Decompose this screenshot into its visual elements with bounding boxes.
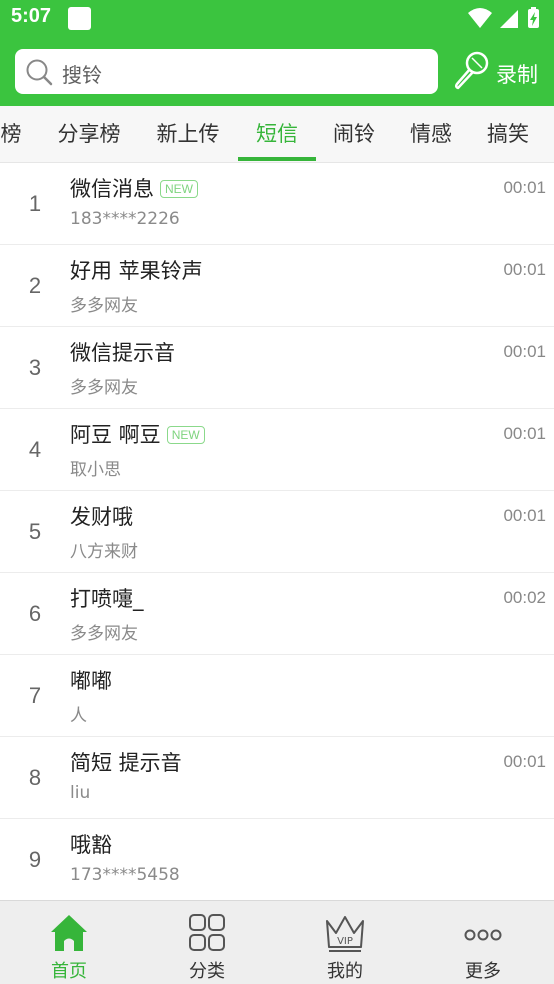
- tab-alarm[interactable]: 闹铃: [320, 106, 388, 162]
- list-item[interactable]: 3 微信提示音 多多网友 00:01: [0, 327, 554, 409]
- item-title: 阿豆 啊豆: [70, 423, 161, 447]
- tab-emotion[interactable]: 情感: [398, 106, 464, 162]
- search-icon: [26, 59, 53, 86]
- item-duration: 00:01: [503, 752, 546, 771]
- bottom-nav: 首页 分类 VIP 我的 更多: [0, 900, 554, 984]
- item-duration: 00:01: [503, 424, 546, 443]
- search-input[interactable]: 搜铃: [15, 49, 438, 94]
- list-item[interactable]: 1 微信消息 NEW 183****2226 00:01: [0, 163, 554, 245]
- item-title: 哦豁: [70, 833, 112, 857]
- item-duration: 00:01: [503, 506, 546, 525]
- microphone-icon: [454, 51, 489, 90]
- item-author: 183****2226: [70, 209, 180, 229]
- header: 搜铃 录制: [0, 36, 554, 106]
- nav-mine[interactable]: VIP 我的: [276, 901, 414, 984]
- item-title: 微信消息: [70, 177, 154, 201]
- item-index: 2: [28, 273, 42, 298]
- item-title: 简短 提示音: [70, 751, 182, 775]
- item-duration: 00:01: [503, 260, 546, 279]
- item-duration: 00:02: [503, 588, 546, 607]
- nav-more[interactable]: 更多: [414, 901, 552, 984]
- vip-crown-icon: VIP: [326, 916, 364, 952]
- item-title: 好用 苹果铃声: [70, 259, 203, 283]
- list-item[interactable]: 6 打喷嚏_ 多多网友 00:02: [0, 573, 554, 655]
- tab-funny[interactable]: 搞笑: [476, 106, 540, 162]
- item-author: 多多网友: [70, 624, 138, 644]
- tab-new-upload[interactable]: 新上传: [149, 106, 227, 162]
- wifi-icon: [468, 8, 492, 28]
- new-badge: NEW: [160, 180, 198, 198]
- nav-mine-label: 我的: [327, 961, 363, 982]
- item-index: 3: [28, 355, 42, 380]
- category-tabs: 榜 分享榜 新上传 短信 闹铃 情感 搞笑: [0, 106, 554, 163]
- item-title-wrap: 阿豆 啊豆 NEW: [70, 419, 205, 449]
- item-author: 多多网友: [70, 296, 138, 316]
- new-badge: NEW: [166, 426, 205, 444]
- ringtone-list: 1 微信消息 NEW 183****2226 00:01 2 好用 苹果铃声 多多…: [0, 163, 554, 901]
- active-tab-indicator: [238, 157, 316, 161]
- home-icon: [51, 915, 87, 951]
- nav-category[interactable]: 分类: [138, 901, 276, 984]
- nav-home-label: 首页: [51, 961, 87, 982]
- item-index: 8: [28, 765, 42, 790]
- item-duration: 00:01: [503, 342, 546, 361]
- tab-share-rank[interactable]: 分享榜: [50, 106, 128, 162]
- item-title-wrap: 微信消息 NEW: [70, 173, 198, 203]
- notification-icon: [68, 7, 91, 30]
- battery-icon: [528, 7, 539, 28]
- list-item[interactable]: 5 发财哦 八方来财 00:01: [0, 491, 554, 573]
- nav-home[interactable]: 首页: [0, 901, 138, 984]
- item-index: 9: [28, 847, 42, 872]
- list-item[interactable]: 8 简短 提示音 liu 00:01: [0, 737, 554, 819]
- item-title: 发财哦: [70, 505, 133, 529]
- status-bar: 5:07: [0, 0, 554, 36]
- item-author: 八方来财: [70, 542, 138, 562]
- item-index: 1: [28, 191, 42, 216]
- search-placeholder: 搜铃: [62, 63, 102, 87]
- signal-icon: [500, 10, 518, 28]
- item-index: 5: [28, 519, 42, 544]
- list-item[interactable]: 9 哦豁 173****5458: [0, 819, 554, 901]
- tab-sms[interactable]: 短信: [240, 106, 314, 162]
- item-title: 打喷嚏_: [70, 587, 144, 611]
- item-title: 微信提示音: [70, 341, 175, 365]
- svg-text:VIP: VIP: [337, 936, 353, 947]
- list-item[interactable]: 2 好用 苹果铃声 多多网友 00:01: [0, 245, 554, 327]
- nav-category-label: 分类: [189, 961, 225, 982]
- status-time: 5:07: [11, 5, 52, 27]
- item-author: 173****5458: [70, 865, 180, 885]
- item-index: 7: [28, 683, 42, 708]
- record-label: 录制: [496, 63, 538, 87]
- item-author: liu: [70, 783, 91, 803]
- item-author: 取小思: [70, 460, 121, 480]
- item-index: 6: [28, 601, 42, 626]
- more-dots-icon: [464, 929, 502, 941]
- nav-more-label: 更多: [465, 961, 501, 982]
- record-button[interactable]: 录制: [452, 48, 546, 94]
- status-icons: [468, 7, 539, 28]
- tab-rank[interactable]: 榜: [0, 106, 24, 162]
- item-title: 嘟嘟: [70, 669, 112, 693]
- list-item[interactable]: 4 阿豆 啊豆 NEW 取小思 00:01: [0, 409, 554, 491]
- item-index: 4: [28, 437, 42, 462]
- item-author: 多多网友: [70, 378, 138, 398]
- category-grid-icon: [189, 914, 225, 951]
- item-duration: 00:01: [503, 178, 546, 197]
- list-item[interactable]: 7 嘟嘟 人: [0, 655, 554, 737]
- item-author: 人: [70, 706, 87, 726]
